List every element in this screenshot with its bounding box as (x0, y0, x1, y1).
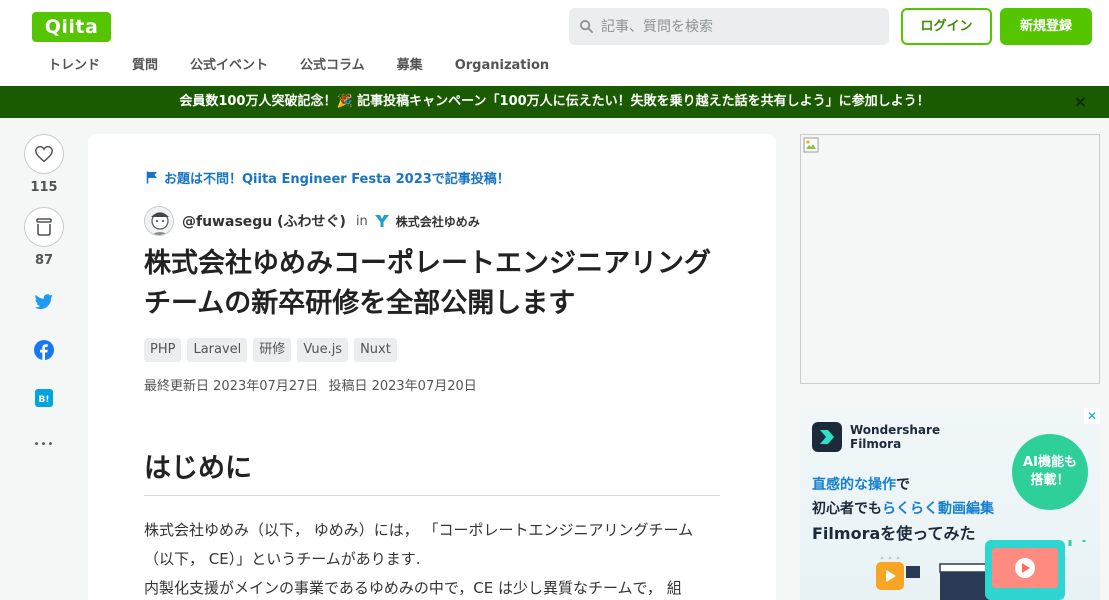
posted-date: 投稿日 2023年07月20日 (328, 379, 477, 394)
tag-vuejs[interactable]: Vue.js (297, 338, 349, 362)
ad-illustration (876, 540, 1086, 600)
signup-button[interactable]: 新規登録 (1000, 8, 1092, 45)
close-icon[interactable]: × (1074, 86, 1087, 118)
twitter-icon (34, 293, 54, 309)
banner-text[interactable]: 会員数100万人突破記念！🎉 記事投稿キャンペーン「100万人に伝えたい！失敗を… (179, 94, 929, 109)
author-line: @fuwasegu (ふわせぐ) in 株式会社ゆめみ (144, 206, 480, 236)
nav-trend[interactable]: トレンド (32, 54, 116, 80)
search-box[interactable] (569, 8, 889, 45)
tag-nuxt[interactable]: Nuxt (354, 338, 397, 362)
article-actions: 115 87 B! ••• (22, 134, 66, 454)
event-text[interactable]: お題は不問！Qiita Engineer Festa 2023で記事投稿！ (164, 168, 510, 187)
stock-icon (36, 218, 52, 236)
ad-copy-line2: 初心者でもらくらく動画編集 (812, 498, 994, 518)
music-note-icon (1068, 540, 1086, 546)
article-card: お題は不問！Qiita Engineer Festa 2023で記事投稿！ @f… (88, 134, 776, 600)
nav-official-columns[interactable]: 公式コラム (284, 54, 381, 80)
ad-copy-line1: 直感的な操作で (812, 474, 910, 494)
ad-copy-highlight1: 直感的な操作 (812, 477, 896, 493)
broken-image-icon (803, 137, 819, 153)
ad-brand-name: Wondershare Filmora (850, 423, 941, 451)
campaign-banner[interactable]: 会員数100万人突破記念！🎉 記事投稿キャンペーン「100万人に伝えたい！失敗を… (0, 86, 1109, 118)
ad-brand: Wondershare Filmora (812, 422, 940, 452)
clapperboard-icon (940, 570, 990, 600)
avatar[interactable] (144, 206, 174, 236)
ad-copy-rest1: で (896, 477, 910, 493)
hatena-bookmark-icon: B! (35, 389, 53, 407)
like-button[interactable] (24, 134, 64, 174)
organization-name[interactable]: 株式会社ゆめみ (396, 213, 480, 230)
main-nav: トレンド 質問 公式イベント 公式コラム 募集 Organization (32, 54, 565, 80)
tag-training[interactable]: 研修 (253, 338, 292, 362)
stock-button[interactable] (24, 207, 64, 247)
organization-logo-icon (374, 215, 389, 227)
ad-badge-line1: AI機能も (1023, 455, 1077, 470)
hatena-share[interactable]: B! (22, 388, 66, 408)
search-input[interactable] (601, 8, 881, 45)
facebook-icon (34, 340, 54, 360)
article-title: 株式会社ゆめみコーポレートエンジニアリングチームの新卒研修を全部公開します (144, 248, 711, 319)
filmora-logo-icon (812, 422, 842, 452)
tag-list: PHP Laravel 研修 Vue.js Nuxt (144, 338, 403, 362)
event-link[interactable]: お題は不問！Qiita Engineer Festa 2023で記事投稿！ (146, 168, 510, 187)
avatar-image-icon (145, 207, 173, 235)
ad-badge: AI機能も 搭載！ (1012, 434, 1088, 510)
nav-official-events[interactable]: 公式イベント (174, 54, 284, 80)
author-name[interactable]: @fuwasegu (ふわせぐ) (182, 211, 346, 231)
updated-date: 最終更新日 2023年07月27日 (144, 379, 319, 394)
article-dates: 最終更新日 2023年07月27日 投稿日 2023年07月20日 (144, 375, 483, 394)
svg-text:B!: B! (39, 395, 50, 405)
search-icon (579, 19, 594, 34)
login-button[interactable]: ログイン (901, 8, 992, 45)
ad-filmora[interactable]: ✕ Wondershare Filmora AI機能も 搭載！ 直感的な操作で … (800, 408, 1100, 600)
in-label: in (355, 213, 368, 229)
ad-copy-pre2: 初心者でも (812, 501, 882, 517)
more-options[interactable]: ••• (22, 434, 66, 454)
section-heading: はじめに (144, 446, 720, 496)
ad-copy-highlight2: らくらく動画編集 (882, 501, 994, 517)
more-icon: ••• (33, 438, 55, 450)
article-paragraph: 株式会社ゆめみ（以下， ゆめみ）には， 「コーポレートエンジニアリングチーム（以… (144, 521, 694, 597)
tag-laravel[interactable]: Laravel (187, 338, 248, 362)
tag-php[interactable]: PHP (144, 338, 182, 362)
header: Qiita ログイン 新規登録 トレンド 質問 公式イベント 公式コラム 募集 … (0, 0, 1109, 86)
qiita-logo[interactable]: Qiita (32, 12, 111, 42)
twitter-share[interactable] (22, 292, 66, 312)
stock-count: 87 (34, 253, 54, 268)
heart-icon (35, 145, 53, 163)
flag-icon (146, 171, 157, 184)
like-count: 115 (30, 180, 58, 195)
ad-slot-top[interactable] (800, 134, 1100, 384)
ad-close-icon[interactable]: ✕ (1084, 408, 1100, 424)
nav-organization[interactable]: Organization (439, 54, 565, 80)
nav-questions[interactable]: 質問 (116, 54, 174, 80)
nav-recruit[interactable]: 募集 (381, 54, 439, 80)
camera-icon (906, 566, 920, 578)
ad-badge-line2: 搭載！ (1030, 473, 1070, 488)
facebook-share[interactable] (22, 340, 66, 360)
